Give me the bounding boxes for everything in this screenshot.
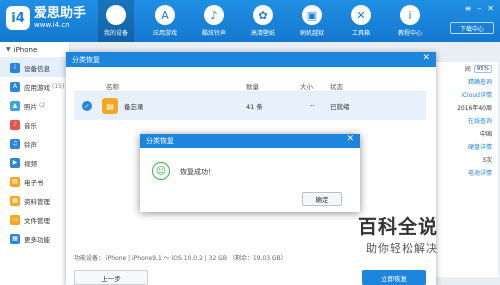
sidebar-item-ebooks[interactable]: ▤ 电子书 bbox=[0, 172, 69, 191]
watermark-subtitle: 助你轻松解决 bbox=[366, 242, 438, 255]
app-logo: i4 爱思助手 www.i4.cn bbox=[6, 6, 86, 30]
sidebar-item-device-info[interactable]: i 设备信息 bbox=[0, 58, 69, 77]
dialog-title-bar: 分类恢复 ✕ bbox=[66, 52, 436, 67]
more-icon: ▦ bbox=[10, 233, 20, 244]
table-row[interactable]: ✓ ▤ 备忘录 41 条 -- 已就绪 bbox=[74, 92, 426, 120]
box-icon: ▣ bbox=[302, 5, 322, 25]
modal-close-icon[interactable]: ✕ bbox=[346, 134, 354, 144]
row-size: -- bbox=[310, 101, 315, 109]
sidebar-item-file-management[interactable]: ▭ 文件管理 bbox=[0, 210, 69, 229]
success-message: 恢复成功！ bbox=[180, 168, 215, 176]
row-status: 已就绪 bbox=[330, 103, 350, 111]
watermark: 百科全说 助你轻松解决 bbox=[346, 202, 496, 282]
folder-icon: ▭ bbox=[10, 214, 20, 225]
confirm-button[interactable]: 确定 bbox=[302, 192, 342, 206]
sidebar: ▼ iPhone i 设备信息 A 应用游戏 (15) ▲ 照片 (2 ♪ 音乐… bbox=[0, 42, 70, 285]
apps-icon: A bbox=[10, 81, 20, 92]
brand-name: 爱思助手 bbox=[34, 6, 87, 21]
device-selector[interactable]: ▼ iPhone bbox=[0, 42, 69, 58]
restore-success-modal: 分类恢复 ✕ ☺ 恢复成功！ 确定 bbox=[140, 134, 360, 212]
sidebar-item-videos[interactable]: ▶ 视频 bbox=[0, 153, 69, 172]
info-icon: i bbox=[400, 5, 420, 25]
notes-icon: ▤ bbox=[102, 98, 118, 114]
main-nav: 我的设备 A 应用游戏 ♪ 酷炫铃声 ✿ 高清壁纸 ▣ 刷机越狱 ✕ 工具箱 i… bbox=[98, 0, 441, 42]
row-name: 备忘录 bbox=[124, 103, 144, 111]
download-center-button[interactable]: 下载中心 bbox=[450, 22, 494, 34]
close-icon[interactable]: ✕ bbox=[422, 53, 430, 63]
device-summary: 功能设备： iPhone | iPhone9,1 ～ iOS 10.0.2 | … bbox=[74, 255, 287, 262]
nav-apps-games[interactable]: A 应用游戏 bbox=[147, 0, 183, 42]
battery-percent: 95% bbox=[473, 64, 492, 73]
wallpaper-icon: ✿ bbox=[253, 5, 273, 25]
sidebar-item-more[interactable]: ▦ 更多功能 bbox=[0, 229, 69, 248]
sidebar-item-music[interactable]: ♪ 音乐 bbox=[0, 115, 69, 134]
sidebar-item-apps[interactable]: A 应用游戏 (15) bbox=[0, 77, 69, 96]
close-window-icon[interactable]: ✕ bbox=[487, 4, 494, 13]
minimize-icon[interactable]: – bbox=[477, 4, 481, 13]
ringtone-icon: ♫ bbox=[10, 138, 20, 149]
column-name: 名称 bbox=[106, 83, 119, 91]
toolbox-icon: ✕ bbox=[351, 5, 371, 25]
window-controls: ≡ – ✕ bbox=[459, 4, 494, 13]
column-count: 数量 bbox=[246, 83, 259, 91]
table-header: 名称 数量 大小 状态 bbox=[74, 80, 426, 92]
sidebar-item-data-management[interactable]: ▦ 资料管理 bbox=[0, 191, 69, 210]
previous-step-button[interactable]: 上一步 bbox=[74, 270, 148, 285]
row-count: 41 条 bbox=[246, 103, 263, 111]
logo-badge: i4 bbox=[6, 6, 30, 30]
music-icon: ♪ bbox=[10, 119, 20, 130]
checkmark-icon[interactable]: ✓ bbox=[82, 101, 92, 111]
apple-icon bbox=[106, 5, 126, 25]
bell-icon: ♪ bbox=[204, 5, 224, 25]
nav-my-device[interactable]: 我的设备 bbox=[98, 0, 134, 42]
ebook-icon: ▤ bbox=[10, 176, 20, 187]
data-icon: ▦ bbox=[10, 195, 20, 206]
photo-icon: ▲ bbox=[10, 100, 20, 111]
sidebar-item-ringtones[interactable]: ♫ 铃声 bbox=[0, 134, 69, 153]
sidebar-item-photos[interactable]: ▲ 照片 (2 bbox=[0, 96, 69, 115]
column-status: 状态 bbox=[330, 83, 343, 91]
nav-flash-jailbreak[interactable]: ▣ 刷机越狱 bbox=[294, 0, 330, 42]
top-bar: i4 爱思助手 www.i4.cn 我的设备 A 应用游戏 ♪ 酷炫铃声 ✿ 高… bbox=[0, 0, 500, 42]
nav-wallpapers[interactable]: ✿ 高清壁纸 bbox=[245, 0, 281, 42]
video-icon: ▶ bbox=[10, 157, 20, 168]
nav-toolbox[interactable]: ✕ 工具箱 bbox=[343, 0, 379, 42]
nav-tutorials[interactable]: i 教程中心 bbox=[392, 0, 428, 42]
app-store-icon: A bbox=[155, 5, 175, 25]
nav-ringtones[interactable]: ♪ 酷炫铃声 bbox=[196, 0, 232, 42]
chevron-down-icon: ▼ bbox=[6, 46, 11, 53]
column-size: 大小 bbox=[300, 83, 313, 91]
watermark-title: 百科全说 bbox=[358, 216, 439, 238]
menu-icon[interactable]: ≡ bbox=[465, 4, 472, 13]
smile-icon: ☺ bbox=[152, 162, 170, 180]
device-info-icon: i bbox=[10, 62, 20, 73]
brand-site: www.i4.cn bbox=[34, 21, 70, 29]
modal-title-bar: 分类恢复 ✕ bbox=[140, 134, 360, 148]
